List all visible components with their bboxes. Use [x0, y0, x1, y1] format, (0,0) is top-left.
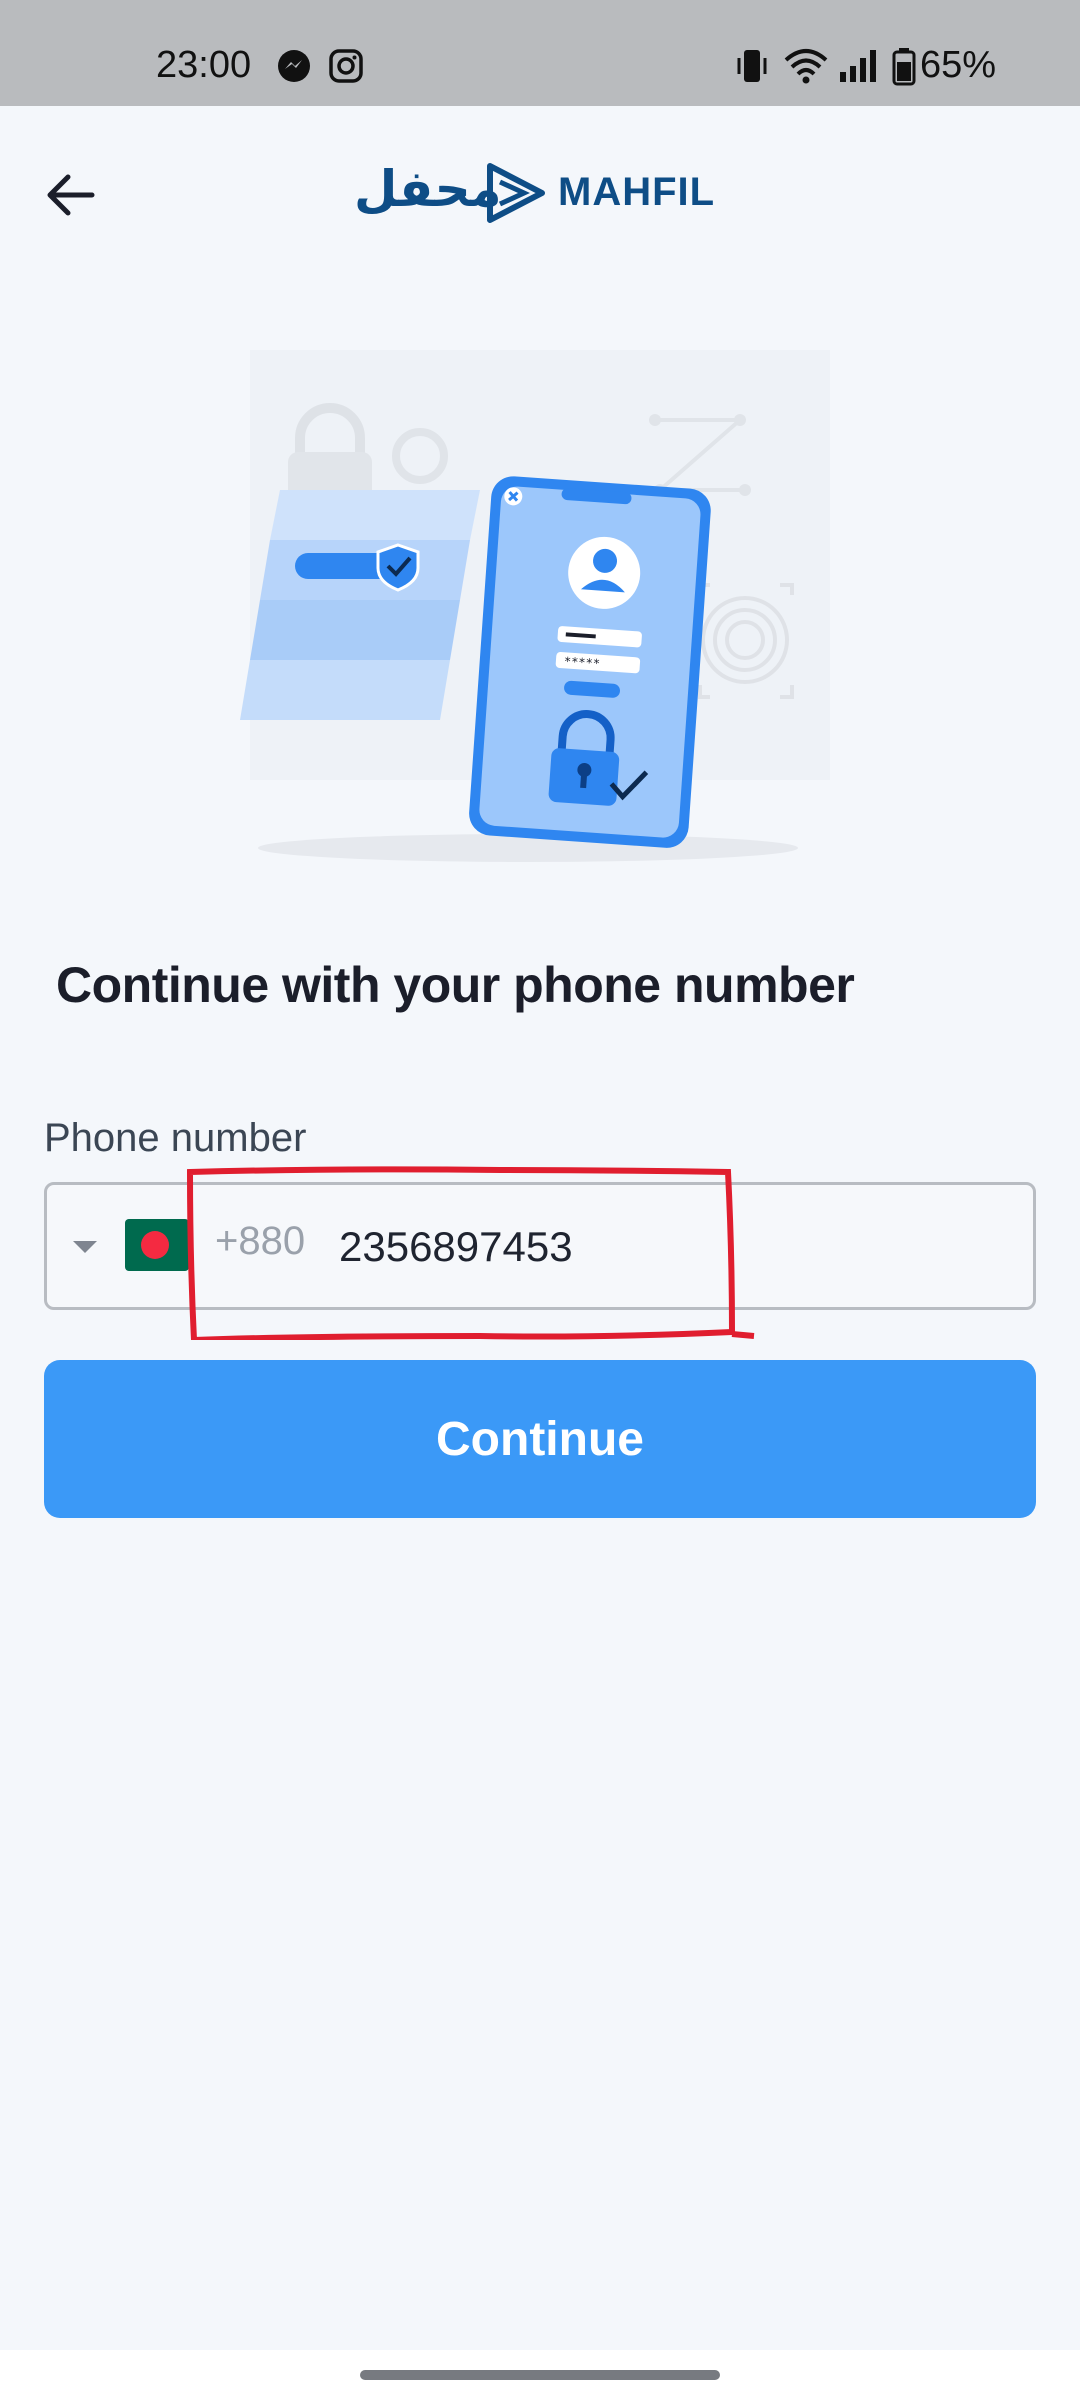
- phone-number-field: +880: [44, 1182, 1036, 1310]
- caret-down-icon: [73, 1241, 97, 1253]
- mahfil-logo: محفل MAHFIL: [354, 158, 734, 228]
- messenger-icon: [276, 48, 312, 89]
- instagram-icon: [328, 48, 364, 89]
- status-bar: 23:00 65%: [0, 0, 1080, 106]
- shield-check-icon: [376, 543, 420, 592]
- status-time: 23:00: [156, 44, 252, 86]
- header: محفل MAHFIL: [0, 106, 1080, 286]
- back-button[interactable]: [38, 162, 104, 228]
- phone-number-input[interactable]: [339, 1207, 899, 1287]
- hero-illustration: *****: [180, 340, 900, 880]
- logo-text: MAHFIL: [558, 170, 716, 214]
- battery-icon: [892, 48, 916, 91]
- wifi-icon: [784, 48, 828, 89]
- country-picker[interactable]: [69, 1203, 229, 1293]
- phone-device: *****: [469, 476, 711, 848]
- phone-security-illustration: *****: [240, 350, 830, 862]
- home-indicator[interactable]: [360, 2370, 720, 2380]
- continue-button[interactable]: Continue: [44, 1360, 1036, 1518]
- logo-arabic-text: محفل: [354, 160, 502, 218]
- vibrate-icon: [735, 48, 769, 89]
- login-panels: [240, 490, 480, 720]
- phone-number-label: Phone number: [44, 1116, 307, 1160]
- svg-text:*****: *****: [563, 654, 600, 670]
- page-title: Continue with your phone number: [56, 957, 855, 1013]
- dial-code: +880: [215, 1219, 306, 1263]
- signal-icon: [838, 48, 878, 89]
- bangladesh-flag-icon: [125, 1219, 189, 1271]
- battery-percent: 65%: [920, 44, 997, 86]
- navigation-bar: [0, 2350, 1080, 2400]
- arrow-left-icon: [47, 174, 95, 216]
- play-logo-icon: [487, 163, 545, 223]
